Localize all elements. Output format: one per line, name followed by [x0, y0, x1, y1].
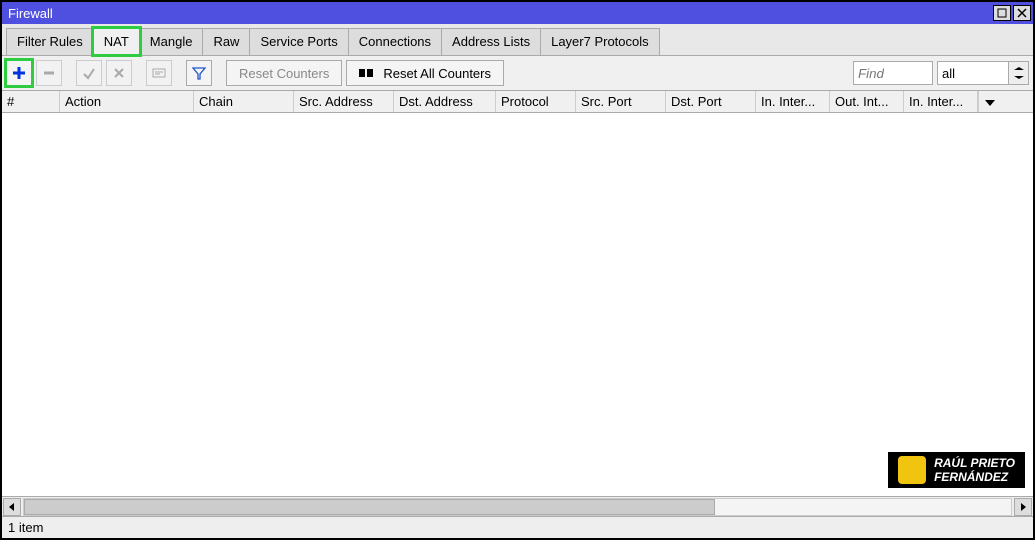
remove-button[interactable]: [36, 60, 62, 86]
reset-counters-button[interactable]: Reset Counters: [226, 60, 342, 86]
scroll-right-button[interactable]: [1014, 498, 1032, 516]
reset-counters-label: Reset Counters: [239, 66, 329, 81]
status-bar: 1 item: [2, 516, 1033, 538]
column-header[interactable]: Src. Address: [294, 91, 394, 112]
column-header[interactable]: Out. Int...: [830, 91, 904, 112]
close-button[interactable]: [1013, 5, 1031, 21]
firewall-window: Firewall Filter RulesNATMangleRawService…: [0, 0, 1035, 540]
watermark-logo-icon: [898, 456, 926, 484]
column-header[interactable]: Chain: [194, 91, 294, 112]
watermark: RAÚL PRIETO FERNÁNDEZ: [888, 452, 1025, 488]
horizontal-scrollbar[interactable]: [2, 496, 1033, 516]
tab-nat[interactable]: NAT: [93, 28, 140, 55]
find-input[interactable]: [853, 61, 933, 85]
add-button[interactable]: [6, 60, 32, 86]
titlebar: Firewall: [2, 2, 1033, 24]
watermark-line2: FERNÁNDEZ: [934, 470, 1015, 484]
toolbar: Reset Counters Reset All Counters all: [2, 55, 1033, 91]
tab-layer7-protocols[interactable]: Layer7 Protocols: [540, 28, 660, 55]
column-header[interactable]: Protocol: [496, 91, 576, 112]
column-header[interactable]: Src. Port: [576, 91, 666, 112]
column-header[interactable]: Dst. Port: [666, 91, 756, 112]
column-header[interactable]: In. Inter...: [756, 91, 830, 112]
table-body: RAÚL PRIETO FERNÁNDEZ: [2, 113, 1033, 496]
tab-bar: Filter RulesNATMangleRawService PortsCon…: [2, 24, 1033, 55]
column-menu-button[interactable]: [978, 91, 1000, 112]
status-text: 1 item: [8, 520, 43, 535]
reset-all-counters-button[interactable]: Reset All Counters: [346, 60, 504, 86]
column-header[interactable]: Action: [60, 91, 194, 112]
filter-value: all: [942, 66, 955, 81]
column-header[interactable]: In. Inter...: [904, 91, 978, 112]
column-header[interactable]: Dst. Address: [394, 91, 496, 112]
filter-button[interactable]: [186, 60, 212, 86]
scroll-track[interactable]: [23, 498, 1012, 516]
counter-icon: [359, 67, 377, 79]
minimize-button[interactable]: [993, 5, 1011, 21]
column-header[interactable]: #: [2, 91, 60, 112]
scroll-thumb[interactable]: [24, 499, 715, 515]
column-headers: #ActionChainSrc. AddressDst. AddressProt…: [2, 91, 1033, 113]
tab-mangle[interactable]: Mangle: [139, 28, 204, 55]
disable-button[interactable]: [106, 60, 132, 86]
tab-filter-rules[interactable]: Filter Rules: [6, 28, 94, 55]
filter-dropdown-button[interactable]: [1009, 61, 1029, 85]
comment-button[interactable]: [146, 60, 172, 86]
tab-service-ports[interactable]: Service Ports: [249, 28, 348, 55]
reset-all-counters-label: Reset All Counters: [383, 66, 491, 81]
filter-select[interactable]: all: [937, 61, 1029, 85]
enable-button[interactable]: [76, 60, 102, 86]
window-title: Firewall: [8, 6, 991, 21]
tab-raw[interactable]: Raw: [202, 28, 250, 55]
tab-connections[interactable]: Connections: [348, 28, 442, 55]
scroll-left-button[interactable]: [3, 498, 21, 516]
watermark-line1: RAÚL PRIETO: [934, 456, 1015, 470]
tab-address-lists[interactable]: Address Lists: [441, 28, 541, 55]
